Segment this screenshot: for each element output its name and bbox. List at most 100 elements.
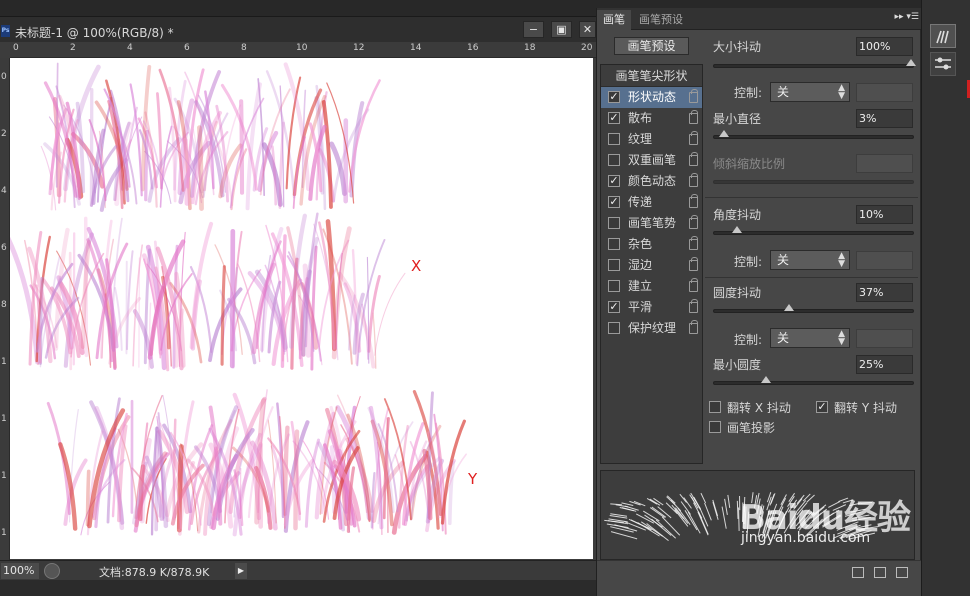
flip-x-checkbox[interactable] — [709, 401, 721, 413]
brush-projection-checkbox[interactable] — [709, 421, 721, 433]
lock-icon[interactable] — [689, 215, 698, 229]
min-diameter-slider[interactable] — [713, 130, 914, 139]
option-checkbox[interactable] — [608, 133, 620, 145]
slider-thumb[interactable] — [784, 304, 795, 311]
maximize-button[interactable]: ▣ — [551, 21, 572, 38]
grass-stroke — [129, 83, 143, 197]
preview-stroke — [712, 501, 719, 520]
brush-option-row[interactable]: ✓ 形状动态 — [601, 87, 702, 108]
tab-brush[interactable]: 画笔 — [597, 10, 631, 30]
brush-option-row[interactable]: 湿边 — [601, 255, 702, 276]
min-diameter-field[interactable]: 3% — [856, 109, 913, 128]
option-checkbox[interactable]: ✓ — [608, 196, 620, 208]
horizontal-ruler[interactable]: 0 2 4 6 8 10 12 14 16 18 20 — [10, 42, 596, 58]
tab-brush-presets[interactable]: 画笔预设 — [633, 10, 689, 30]
brush-option-row[interactable]: 双重画笔 — [601, 150, 702, 171]
lock-icon[interactable] — [689, 257, 698, 271]
slider-thumb[interactable] — [761, 376, 772, 383]
toggle-live-tip-icon[interactable] — [852, 567, 864, 578]
status-info-icon[interactable] — [44, 563, 60, 579]
document-window: Ps 未标题-1 @ 100%(RGB/8) * − ▣ ✕ 0 2 4 6 8… — [0, 16, 596, 580]
brush-option-row[interactable]: 建立 — [601, 276, 702, 297]
brush-presets-button[interactable]: 画笔预设 — [614, 37, 689, 55]
preview-stroke — [704, 502, 712, 521]
lock-icon[interactable] — [689, 299, 698, 313]
option-checkbox[interactable]: ✓ — [608, 91, 620, 103]
document-title-bar[interactable]: Ps 未标题-1 @ 100%(RGB/8) * − ▣ ✕ — [0, 16, 596, 42]
slider-thumb[interactable] — [718, 130, 729, 137]
option-checkbox[interactable] — [608, 280, 620, 292]
close-button[interactable]: ✕ — [579, 21, 596, 38]
roundness-jitter-field[interactable]: 37% — [856, 283, 913, 302]
angle-jitter-field[interactable]: 10% — [856, 205, 913, 224]
divider — [705, 197, 918, 198]
control-label: 控制: — [734, 255, 763, 269]
lock-icon[interactable] — [689, 89, 698, 103]
preview-stroke — [621, 502, 634, 506]
option-checkbox[interactable] — [608, 238, 620, 250]
lock-icon[interactable] — [689, 236, 698, 250]
angle-jitter-slider[interactable] — [713, 226, 914, 235]
control-select[interactable]: 关 ▲ ▼ — [770, 250, 850, 270]
brush-option-row[interactable]: 杂色 — [601, 234, 702, 255]
brush-tip-shape-item[interactable]: 画笔笔尖形状 — [601, 65, 702, 87]
option-checkbox[interactable] — [608, 154, 620, 166]
option-checkbox[interactable]: ✓ — [608, 175, 620, 187]
option-checkbox[interactable]: ✓ — [608, 301, 620, 313]
ruler-tick: 4 — [1, 186, 7, 196]
vertical-ruler[interactable]: 0 2 4 6 8 1 1 1 1 — [0, 58, 10, 564]
ruler-tick: 1 — [1, 528, 7, 538]
grass-stroke — [271, 145, 278, 206]
brush-option-row[interactable]: 纹理 — [601, 129, 702, 150]
min-roundness-label: 最小圆度 — [713, 358, 762, 372]
option-checkbox[interactable] — [608, 322, 620, 334]
lock-icon[interactable] — [689, 152, 698, 166]
brush-option-row[interactable]: 画笔笔势 — [601, 213, 702, 234]
lock-icon[interactable] — [689, 173, 698, 187]
lock-icon[interactable] — [689, 320, 698, 334]
grass-stroke — [197, 125, 204, 211]
flip-y-checkbox[interactable]: ✓ — [816, 401, 828, 413]
control-extra-field — [856, 251, 913, 270]
size-jitter-slider[interactable] — [713, 59, 916, 68]
brush-strokes-artwork — [10, 62, 467, 537]
roundness-jitter-slider[interactable] — [713, 304, 914, 313]
control-select[interactable]: 关 ▲ ▼ — [770, 82, 850, 102]
zoom-field[interactable]: 100% — [1, 563, 39, 579]
brush-option-row[interactable]: 保护纹理 — [601, 318, 702, 339]
brush-option-row[interactable]: ✓ 颜色动态 — [601, 171, 702, 192]
document-canvas[interactable]: X Y — [10, 58, 593, 559]
roundness-jitter-label: 圆度抖动 — [713, 286, 762, 300]
lock-icon[interactable] — [689, 131, 698, 145]
option-label: 建立 — [628, 279, 653, 293]
option-checkbox[interactable] — [608, 259, 620, 271]
panel-menu-icon[interactable]: ▸▸ ▾☰ — [895, 12, 919, 22]
brush-panel-icon[interactable] — [930, 24, 956, 48]
flip-x-label: 翻转 X 抖动 — [727, 401, 791, 415]
status-menu-arrow-icon[interactable]: ▶ — [235, 563, 247, 579]
new-brush-icon[interactable] — [896, 567, 908, 578]
brush-option-row[interactable]: ✓ 传递 — [601, 192, 702, 213]
lock-icon[interactable] — [689, 194, 698, 208]
ruler-tick: 20 — [581, 43, 593, 53]
preview-stroke — [724, 498, 728, 515]
brush-panel-footer — [597, 560, 921, 596]
ruler-tick: 8 — [1, 300, 7, 310]
control-select[interactable]: 关 ▲ ▼ — [770, 328, 850, 348]
ruler-tick: 6 — [1, 243, 7, 253]
lock-icon[interactable] — [689, 110, 698, 124]
brush-option-row[interactable]: ✓ 平滑 — [601, 297, 702, 318]
grid-icon[interactable] — [874, 567, 886, 578]
min-roundness-slider[interactable] — [713, 376, 914, 385]
minimize-button[interactable]: − — [523, 21, 544, 38]
slider-thumb[interactable] — [906, 59, 916, 66]
brush-option-row[interactable]: ✓ 散布 — [601, 108, 702, 129]
option-checkbox[interactable] — [608, 217, 620, 229]
option-checkbox[interactable]: ✓ — [608, 112, 620, 124]
brush-presets-panel-icon[interactable] — [930, 52, 956, 76]
ruler-tick: 10 — [296, 43, 308, 53]
slider-thumb[interactable] — [732, 226, 743, 233]
lock-icon[interactable] — [689, 278, 698, 292]
min-roundness-field[interactable]: 25% — [856, 355, 913, 374]
size-jitter-field[interactable]: 100% — [856, 37, 913, 56]
